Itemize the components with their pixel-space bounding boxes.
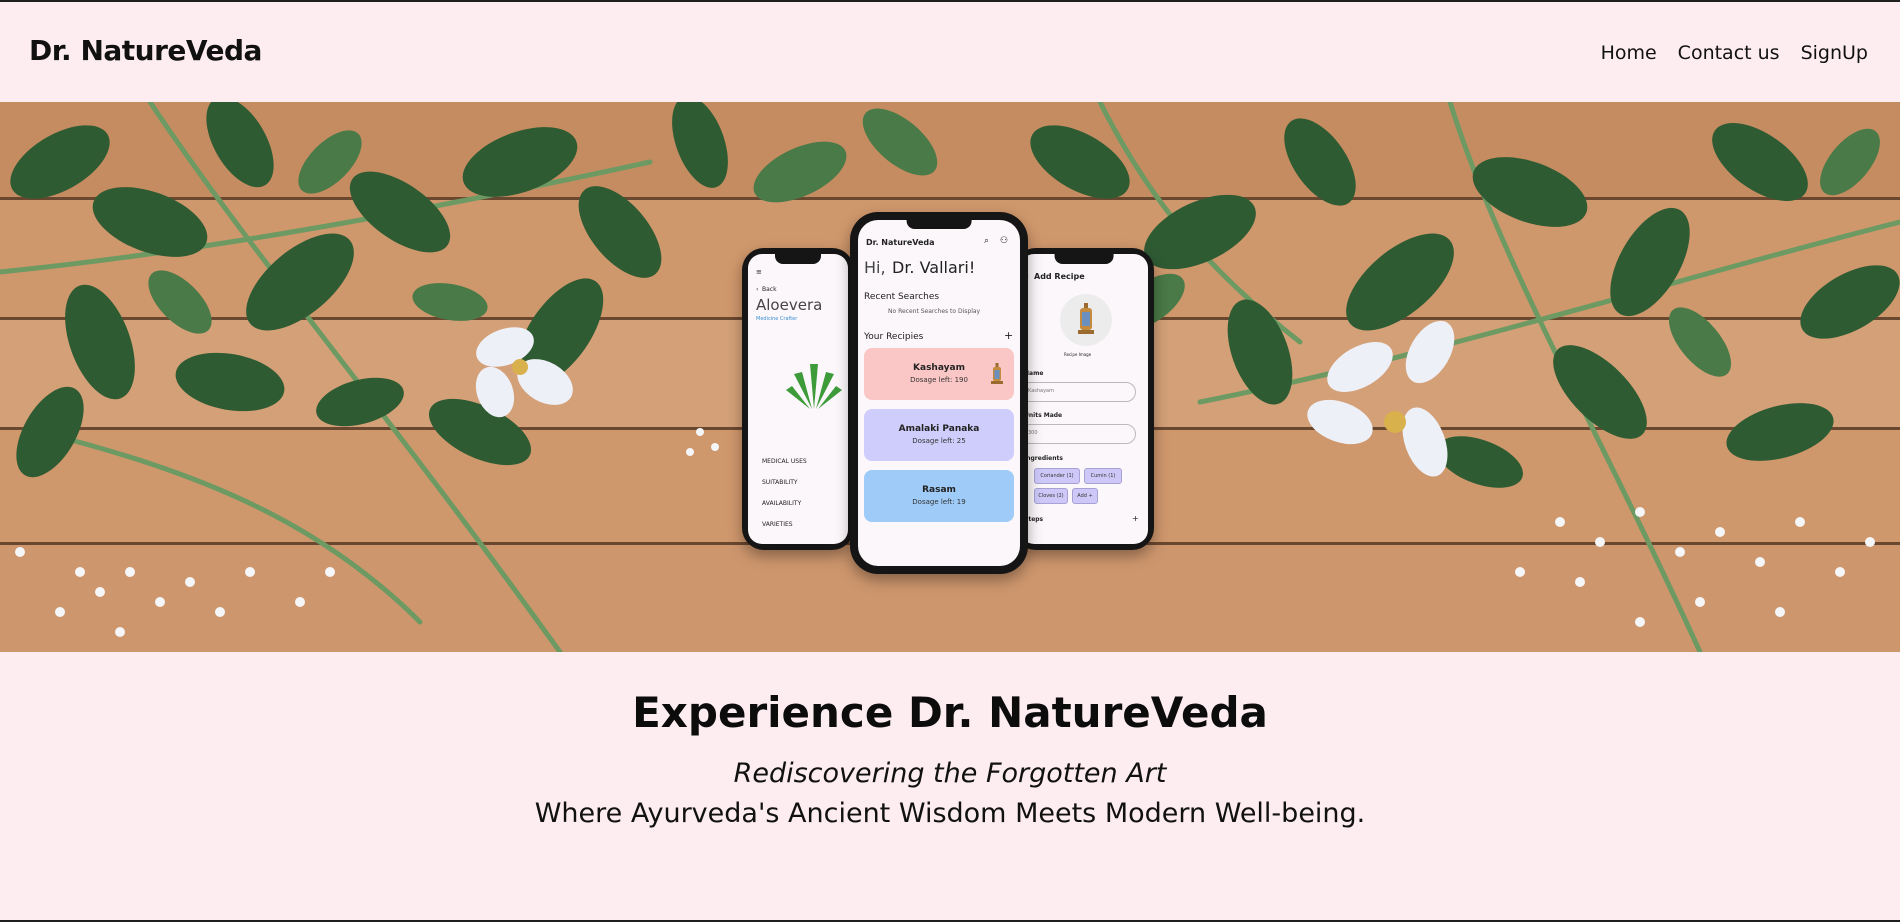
tagline: Rediscovering the Forgotten Art <box>733 758 1167 789</box>
nav-link-signup[interactable]: SignUp <box>1801 42 1868 64</box>
ingredient-chip: Coriander (1) <box>1034 468 1080 484</box>
add-ingredient-chip: Add + <box>1072 488 1098 504</box>
nav-links: Home Contact us SignUp <box>1601 42 1868 64</box>
phone-mockup-right: ‹ Add Recipe Recipe Image Name Kashayam … <box>1014 248 1154 550</box>
hero-banner: ≡ Back ‹ Aloevera Medicine Crafter MEDIC… <box>0 102 1900 652</box>
menu-availability: AVAILABILITY <box>762 500 802 507</box>
profile-icon: ⚇ <box>1000 236 1009 246</box>
page: Dr. NatureVeda Home Contact us SignUp ≡ … <box>0 2 1900 920</box>
menu-suitability: SUITABILITY <box>762 479 798 486</box>
plant-subtitle: Medicine Crafter <box>756 316 798 322</box>
nav-link-contact[interactable]: Contact us <box>1678 42 1780 64</box>
page-headline: Experience Dr. NatureVeda <box>632 688 1268 737</box>
recipes-title: Your Recipies <box>864 332 924 342</box>
plant-title: Aloevera <box>756 296 823 314</box>
brand-logo[interactable]: Dr. NatureVeda <box>29 34 262 67</box>
recipe-card: Kashayam Dosage left: 190 <box>864 348 1014 400</box>
greeting-hi: Hi, <box>864 258 886 277</box>
lantern-icon <box>991 363 1003 384</box>
name-value: Kashayam <box>1028 388 1054 394</box>
navbar: Dr. NatureVeda Home Contact us SignUp <box>0 2 1900 102</box>
subline: Where Ayurveda's Ancient Wisdom Meets Mo… <box>534 798 1366 829</box>
nav-link-home[interactable]: Home <box>1601 42 1657 64</box>
add-recipe-icon: + <box>1004 329 1014 342</box>
greeting-name: Dr. Vallari! <box>892 258 976 277</box>
recent-searches-title: Recent Searches <box>864 292 940 302</box>
recipe-image-placeholder <box>1060 294 1112 346</box>
ingredient-chip: Cloves (2) <box>1034 488 1068 504</box>
units-label: Units Made <box>1024 412 1063 419</box>
aloe-icon <box>786 364 842 409</box>
menu-medical-uses: MEDICAL USES <box>762 458 807 465</box>
recipe-image-label: Recipe Image <box>1064 352 1092 357</box>
recipe-card: Rasam Dosage left: 19 <box>864 470 1014 522</box>
recent-searches-empty: No Recent Searches to Display <box>888 308 981 315</box>
phone-mockup-center: Dr. NatureVeda ⌕ ⚇ Hi, Dr. Vallari! Rece… <box>850 212 1028 574</box>
lantern-icon <box>1078 303 1094 334</box>
add-recipe-title: Add Recipe <box>1034 272 1085 281</box>
ingredient-chip: Cumin (1) <box>1084 468 1122 484</box>
app-name: Dr. NatureVeda <box>866 238 935 247</box>
recipe-card: Amalaki Panaka Dosage left: 25 <box>864 409 1014 461</box>
search-icon: ⌕ <box>984 236 990 246</box>
menu-varieties: VARIETIES <box>762 521 793 528</box>
phone-mockup-left: ≡ Back ‹ Aloevera Medicine Crafter MEDIC… <box>742 248 854 550</box>
back-link: Back <box>762 286 777 293</box>
ingredients-label: Ingredients <box>1024 455 1063 462</box>
units-value: 300 <box>1028 430 1038 436</box>
